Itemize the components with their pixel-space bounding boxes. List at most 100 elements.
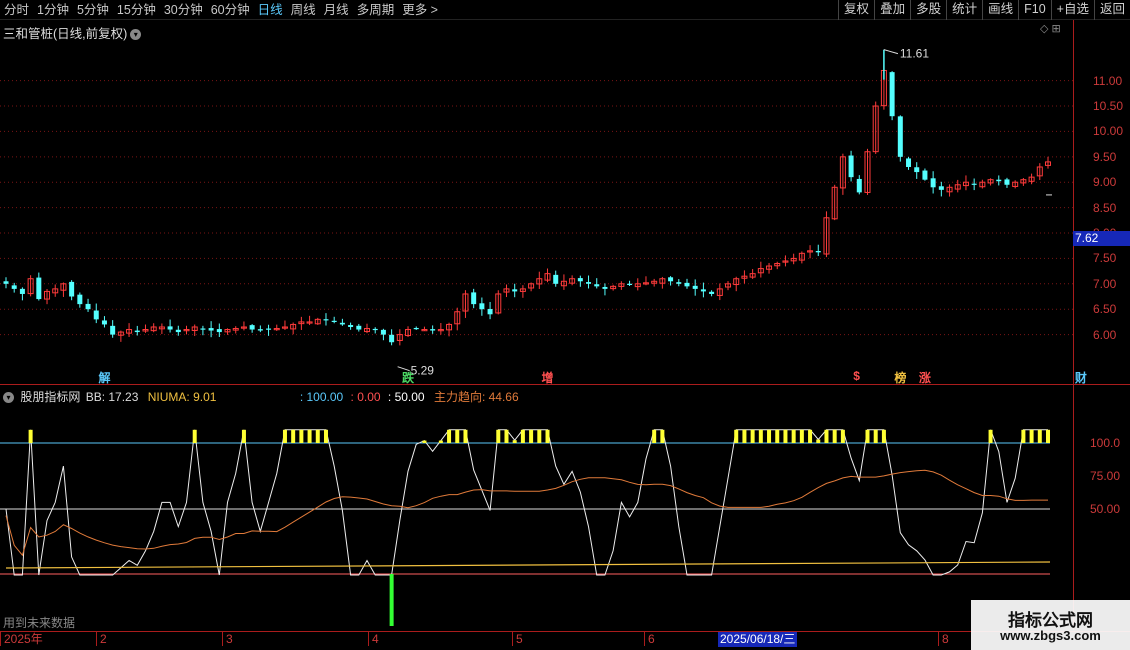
watermark-logo: 指标公式网 www.zbgs3.com [971,600,1130,650]
period-tab-10[interactable]: 更多 > [402,2,438,18]
overbought-bar [767,429,772,443]
candle-body [101,320,107,325]
period-tab-5[interactable]: 60分钟 [211,2,250,18]
overbought-bar [438,440,443,443]
period-tab-0[interactable]: 分时 [4,2,29,18]
signal-marker-2: 增 [541,371,554,385]
action-button-7[interactable]: 返回 [1093,0,1130,20]
candle-body [93,310,99,320]
overbought-bar [734,429,739,443]
overbought-bar [824,429,829,443]
period-tab-7[interactable]: 周线 [291,2,316,18]
action-button-0[interactable]: 复权 [838,0,874,20]
date-tick-7: 8 [938,632,949,646]
overbought-bar [775,429,780,443]
price-tick-0: 11.00 [1093,73,1123,88]
candle-body [208,328,214,331]
candle-body [848,155,854,178]
signal-marker-6: 财 [1074,371,1087,385]
period-tab-4[interactable]: 30分钟 [164,2,203,18]
trend-line [5,469,1048,557]
candle-body [19,288,25,294]
current-price-tag: 7.62 [1073,231,1130,246]
candlestick-chart[interactable]: 11.61 5.29 [0,20,1073,384]
overbought-bar [799,429,804,443]
candle-body [676,282,682,284]
candle-body [471,292,477,305]
overbought-bar [865,429,870,443]
candle-body [1004,179,1010,185]
overbought-bar [783,429,788,443]
candle-body [36,277,42,300]
indicator-tick-1: 75.00 [1090,469,1121,483]
overbought-bar [808,429,813,443]
action-button-1[interactable]: 叠加 [874,0,910,20]
candle-body [175,329,181,333]
overbought-bar [750,429,755,443]
signal-marker-5: 涨 [918,371,931,385]
candle-body [110,325,116,335]
candle-body [889,72,895,117]
candle-body [339,322,345,325]
high-pointer [883,49,899,55]
overbought-bar [652,429,657,443]
overbought-bar [504,429,509,443]
oversold-spike [389,574,394,626]
overbought-bar [299,429,304,443]
period-tab-2[interactable]: 5分钟 [77,2,109,18]
price-tick-2: 10.00 [1093,124,1124,139]
overbought-bar [791,429,796,443]
action-button-3[interactable]: 统计 [946,0,982,20]
overbought-bar [832,429,837,443]
overbought-bar [660,429,665,443]
watermark-url: www.zbgs3.com [1000,628,1101,643]
action-button-5[interactable]: F10 [1018,0,1051,20]
price-tick-9: 6.50 [1093,302,1117,317]
period-tabs: 分时 1分钟 5分钟 15分钟 30分钟 60分钟 日线 周线 月线 多周期 更多 > [4,2,446,18]
overbought-bar [520,429,525,443]
period-tab-8[interactable]: 月线 [324,2,349,18]
candle-body [897,116,903,157]
price-tick-5: 8.50 [1093,200,1117,215]
overbought-bar [282,429,287,443]
date-axis: 2025年 2 3 4 5 6 2025/06/18/三 8 [0,631,1130,650]
candle-body [331,320,337,323]
action-button-4[interactable]: 画线 [982,0,1018,20]
period-tab-6[interactable]: 日线 [258,2,283,18]
action-button-2[interactable]: 多股 [910,0,946,20]
candle-body [922,170,928,180]
overbought-bar [840,429,845,443]
price-tick-1: 10.50 [1093,99,1124,114]
candle-body [134,330,140,333]
candle-body [586,282,592,284]
candle-body [856,178,862,193]
candle-body [668,277,674,282]
footnote-text: 用到未来数据 [3,616,76,630]
overbought-bar [315,429,320,443]
date-tick-0: 2025年 [0,632,43,646]
date-tick-3: 4 [368,632,379,646]
overbought-bar [28,429,33,443]
price-tick-7: 7.50 [1093,251,1117,266]
price-axis-line [1073,20,1074,630]
signal-marker-0: 解 [98,371,111,385]
indicator-chart[interactable] [0,384,1073,631]
action-button-6[interactable]: +自选 [1050,0,1094,20]
period-tab-3[interactable]: 15分钟 [117,2,156,18]
date-tick-2: 3 [222,632,233,646]
period-tab-9[interactable]: 多周期 [357,2,395,18]
overbought-bar [422,440,427,443]
candle-body [257,329,263,331]
period-toolbar: 分时 1分钟 5分钟 15分钟 30分钟 60分钟 日线 周线 月线 多周期 更多 > 复权 叠加 多股… [0,0,1130,20]
candle-body [356,325,362,330]
candle-body [577,278,583,282]
date-cursor-label: 2025/06/18/三 [718,632,798,647]
price-tick-10: 6.00 [1093,327,1117,342]
candle-body [372,328,378,331]
indicator-tick-0: 100.0 [1090,436,1121,450]
candle-body [11,285,17,289]
price-tick-8: 7.00 [1093,276,1117,291]
overbought-bar [496,429,501,443]
candle-body [553,274,559,284]
period-tab-1[interactable]: 1分钟 [37,2,69,18]
